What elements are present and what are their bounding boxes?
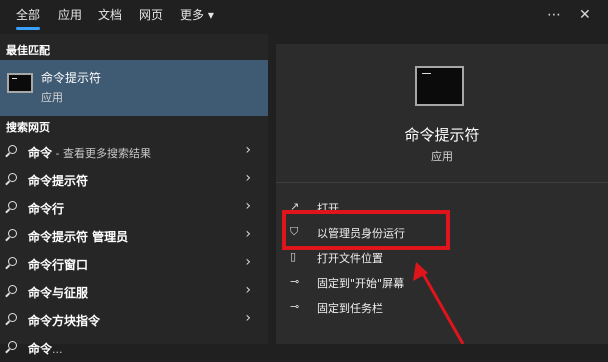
arrow-shaft	[420, 271, 465, 344]
list-item-detail: ...	[52, 343, 63, 356]
annotation-arrow	[413, 262, 465, 344]
list-item-label: 命令	[28, 342, 53, 356]
